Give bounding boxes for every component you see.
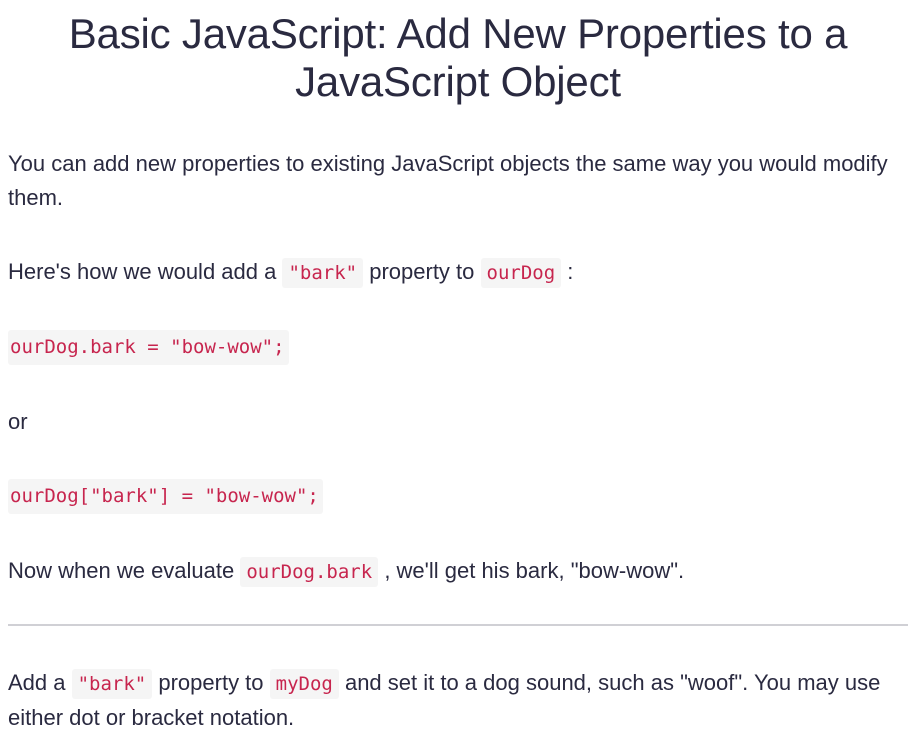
code-example-dot: ourDog.bark = "bow-wow"; — [8, 330, 908, 365]
text: property to — [152, 670, 270, 695]
inline-code-ourdog-bark: ourDog.bark — [240, 557, 379, 587]
text: Now when we evaluate — [8, 558, 241, 583]
instructions-paragraph: Add a "bark" property to myDog and set i… — [8, 666, 908, 735]
inline-code-bark: "bark" — [71, 669, 153, 699]
code-block-dot-notation: ourDog.bark = "bow-wow"; — [8, 330, 289, 365]
evaluation-paragraph: Now when we evaluate ourDog.bark , we'll… — [8, 554, 908, 589]
code-example-bracket: ourDog["bark"] = "bow-wow"; — [8, 479, 908, 514]
text: property to — [363, 259, 481, 284]
text: : — [561, 259, 574, 284]
or-text: or — [8, 409, 28, 434]
intro-paragraph: You can add new properties to existing J… — [8, 151, 888, 210]
text: Add a — [8, 670, 72, 695]
inline-code-ourdog: ourDog — [480, 258, 562, 288]
text: , we'll get his bark, "bow-wow". — [378, 558, 685, 583]
page-title: Basic JavaScript: Add New Properties to … — [68, 10, 848, 105]
section-divider — [8, 624, 908, 626]
inline-code-bark: "bark" — [282, 258, 364, 288]
code-block-bracket-notation: ourDog["bark"] = "bow-wow"; — [8, 479, 323, 514]
challenge-description: Basic JavaScript: Add New Properties to … — [0, 0, 916, 756]
text: Here's how we would add a — [8, 259, 283, 284]
example-intro-paragraph: Here's how we would add a "bark" propert… — [8, 255, 908, 290]
inline-code-mydog: myDog — [269, 669, 339, 699]
